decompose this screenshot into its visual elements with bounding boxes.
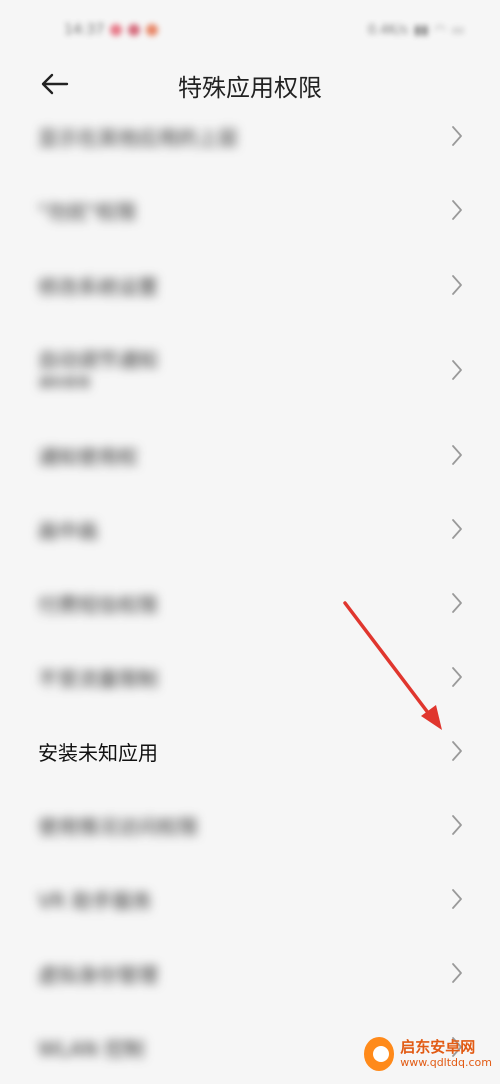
- list-item-label: VR 助手服务: [38, 889, 152, 913]
- list-item-label: 付费短信权限: [38, 593, 158, 617]
- chevron-right-icon: [450, 962, 464, 984]
- list-item-label: 通知使用权: [38, 445, 138, 469]
- list-item-label: 显示在其他应用的上层: [38, 126, 238, 150]
- list-item-label: 修改系统设置: [38, 275, 158, 299]
- list-item[interactable]: 自动调节通知通知管理: [0, 322, 500, 418]
- list-item-label: 使用情况访问权限: [38, 815, 198, 839]
- signal-icon: ▮▮: [414, 22, 429, 38]
- notification-icon: [110, 24, 123, 36]
- chevron-right-icon: [450, 740, 464, 762]
- list-item[interactable]: 虚拟身份管理: [0, 936, 500, 1010]
- chevron-right-icon: [450, 518, 464, 540]
- list-item-subtitle: 通知管理: [38, 376, 91, 391]
- list-item-label: 不受流量限制: [38, 667, 158, 691]
- list-item-label: "勿扰"权限: [38, 200, 137, 224]
- list-item[interactable]: 画中画: [0, 492, 500, 566]
- chevron-right-icon: [450, 359, 464, 381]
- status-right: 0.4K/s ▮▮ ◠ ▭: [368, 20, 464, 40]
- permission-list: 显示在其他应用的上层 "勿扰"权限 修改系统设置 自动调节通知通知管理通知使用权画中画…: [0, 100, 500, 1084]
- list-item[interactable]: 安装未知应用: [0, 714, 500, 788]
- list-item-label: WLAN 控制: [38, 1037, 145, 1061]
- chevron-right-icon: [450, 199, 464, 221]
- chevron-right-icon: [450, 814, 464, 836]
- status-bar: 14:37 0.4K/s ▮▮ ◠ ▭: [0, 0, 500, 60]
- chevron-right-icon: [450, 666, 464, 688]
- list-item-label: 虚拟身份管理: [38, 963, 158, 987]
- list-item-label: 画中画: [38, 519, 98, 543]
- watermark-brand: 启东安卓网: [400, 1038, 476, 1056]
- list-item[interactable]: 使用情况访问权限: [0, 788, 500, 862]
- status-time: 14:37: [64, 22, 105, 38]
- watermark-url: www.qdltdq.com: [400, 1056, 492, 1069]
- wifi-icon: ◠: [434, 22, 446, 38]
- chevron-right-icon: [450, 888, 464, 910]
- status-left: 14:37: [64, 20, 159, 40]
- list-item[interactable]: 修改系统设置: [0, 248, 500, 322]
- chevron-right-icon: [450, 592, 464, 614]
- chevron-right-icon: [450, 444, 464, 466]
- page-title: 特殊应用权限: [178, 74, 322, 102]
- list-item-label: 自动调节通知: [38, 348, 158, 372]
- list-item[interactable]: 通知使用权: [0, 418, 500, 492]
- chevron-right-icon: [450, 274, 464, 296]
- watermark: 启东安卓网 www.qdltdq.com: [364, 1032, 492, 1076]
- notification-icon: [128, 24, 141, 36]
- chevron-right-icon: [450, 125, 464, 147]
- list-item[interactable]: 显示在其他应用的上层: [0, 100, 500, 172]
- list-item[interactable]: "勿扰"权限: [0, 172, 500, 248]
- list-item[interactable]: 付费短信权限: [0, 566, 500, 640]
- list-item-label: 安装未知应用: [38, 741, 158, 765]
- network-speed: 0.4K/s: [367, 22, 409, 38]
- notification-icon: [146, 24, 159, 36]
- battery-icon: ▭: [451, 22, 464, 38]
- brand-logo-icon: [364, 1037, 395, 1071]
- list-item[interactable]: 不受流量限制: [0, 640, 500, 714]
- list-item[interactable]: VR 助手服务: [0, 862, 500, 936]
